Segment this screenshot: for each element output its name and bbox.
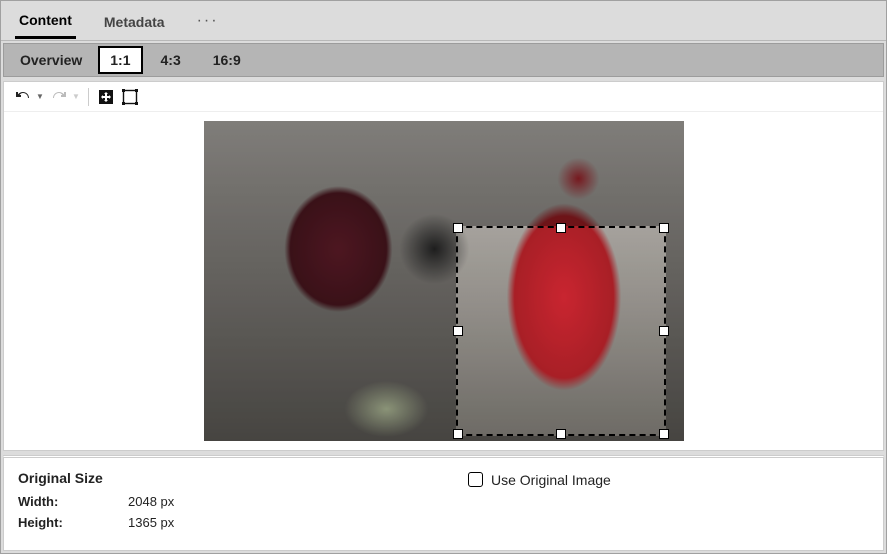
image-crop-editor: Content Metadata ··· Overview 1:1 4:3 16… [0, 0, 887, 554]
image-holder[interactable] [204, 121, 684, 441]
crop-handle-e[interactable] [659, 326, 669, 336]
ratio-overview[interactable]: Overview [14, 46, 94, 74]
redo-dropdown-caret[interactable]: ▼ [72, 92, 82, 101]
undo-icon [15, 89, 31, 105]
crop-handle-nw[interactable] [453, 223, 463, 233]
editor-area: ▼ ▼ [3, 81, 884, 451]
move-icon [98, 89, 114, 105]
ratio-4-3[interactable]: 4:3 [147, 46, 195, 74]
width-label: Width: [18, 494, 128, 509]
crop-frame-icon [122, 89, 138, 105]
undo-dropdown-caret[interactable]: ▼ [36, 92, 46, 101]
redo-icon [51, 89, 67, 105]
redo-button[interactable] [48, 86, 70, 108]
toolbar-separator [88, 88, 89, 106]
aspect-ratio-bar: Overview 1:1 4:3 16:9 [3, 43, 884, 77]
tab-more-menu[interactable]: ··· [193, 6, 223, 36]
editor-toolbar: ▼ ▼ [4, 82, 883, 112]
use-original-checkbox[interactable] [468, 472, 483, 487]
ratio-1-1[interactable]: 1:1 [98, 46, 142, 74]
info-panel: Original Size Width: 2048 px Height: 136… [3, 455, 884, 551]
main-tabbar: Content Metadata ··· [1, 1, 886, 41]
original-size-section: Original Size Width: 2048 px Height: 136… [18, 470, 468, 536]
crop-handle-w[interactable] [453, 326, 463, 336]
height-label: Height: [18, 515, 128, 530]
crop-handle-sw[interactable] [453, 429, 463, 439]
original-size-title: Original Size [18, 470, 468, 486]
tab-content[interactable]: Content [15, 2, 76, 39]
crop-handle-se[interactable] [659, 429, 669, 439]
height-value: 1365 px [128, 515, 174, 530]
ratio-16-9[interactable]: 16:9 [199, 46, 255, 74]
image-canvas [4, 112, 883, 450]
crop-handle-ne[interactable] [659, 223, 669, 233]
use-original-row: Use Original Image [468, 470, 611, 536]
crop-handle-n[interactable] [556, 223, 566, 233]
width-value: 2048 px [128, 494, 174, 509]
tab-metadata[interactable]: Metadata [100, 4, 169, 38]
use-original-label[interactable]: Use Original Image [491, 472, 611, 488]
crop-box[interactable] [456, 226, 666, 436]
undo-button[interactable] [12, 86, 34, 108]
crop-frame-button[interactable] [119, 86, 141, 108]
move-tool-button[interactable] [95, 86, 117, 108]
crop-handle-s[interactable] [556, 429, 566, 439]
